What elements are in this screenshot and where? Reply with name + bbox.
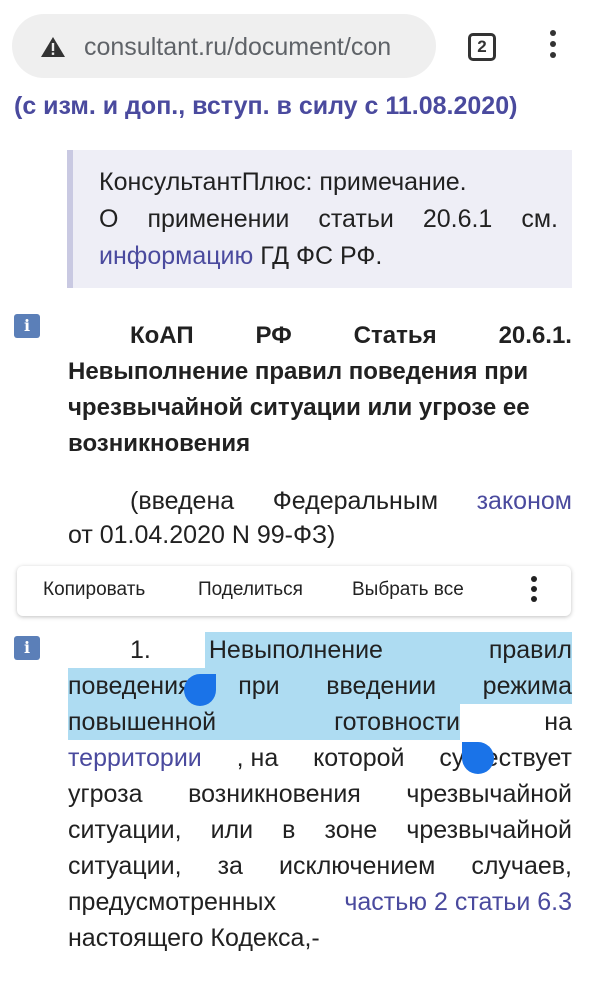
territory-link[interactable]: территории	[68, 740, 202, 776]
para-word: исключением	[279, 852, 436, 880]
title-word: РФ	[255, 322, 292, 349]
intro-note: (введена Федеральным законом от 01.04.20…	[68, 484, 572, 552]
para-row: угроза возникновения чрезвычайной	[68, 776, 572, 812]
share-button[interactable]: Поделиться	[198, 579, 303, 601]
para-row: ситуации, или в зоне чрезвычайной	[68, 812, 572, 848]
para-word: предусмотренных	[68, 888, 276, 916]
para-word: которой	[313, 744, 405, 772]
edition-line: (с изм. и доп., вступ. в силу с 11.08.20…	[14, 92, 518, 120]
info-link[interactable]: информацию	[99, 242, 253, 270]
para-word: чрезвычайной	[406, 816, 572, 844]
intro-line: (введена Федеральным законом	[68, 484, 572, 518]
para-row: 1. Невыполнение правил	[68, 632, 572, 668]
selected-text[interactable]: поведения при введении режима	[68, 668, 572, 704]
selected-text[interactable]: повышенной готовности	[68, 704, 460, 740]
para-number: 1.	[130, 636, 151, 664]
para-word: при	[238, 672, 280, 700]
intro-word: Федеральным	[272, 487, 438, 515]
intro-word: (введена	[130, 487, 235, 515]
para-word: за	[217, 852, 243, 880]
para-word: чрезвычайной	[406, 780, 572, 808]
para-row: территории , на которой существует	[68, 740, 572, 776]
title-word: КоАП	[130, 322, 194, 349]
note-line: О применении статьи 20.6.1 см.	[99, 201, 558, 238]
article-title-rest: Невыполнение правил поведения при чрезвы…	[68, 358, 530, 457]
para-row: повышенной готовности на	[68, 704, 572, 740]
para-word: угроза	[68, 780, 143, 808]
note-word: применении	[147, 205, 290, 233]
consultant-note: КонсультантПлюс: примечание. О применени…	[67, 150, 572, 288]
copy-button[interactable]: Копировать	[43, 579, 145, 601]
warning-triangle-icon[interactable]	[40, 36, 66, 58]
text-selection-toolbar: Копировать Поделиться Выбрать все	[17, 566, 571, 616]
para-word: поведения	[68, 672, 192, 700]
para-word: ситуации,	[68, 852, 182, 880]
more-vert-icon[interactable]	[548, 30, 558, 64]
article-title-line: КоАП РФ Статья 20.6.1.	[68, 318, 572, 354]
paragraph-1: 1. Невыполнение правил поведения при вве…	[68, 632, 572, 956]
note-word: статьи	[318, 205, 394, 233]
selected-text[interactable]: Невыполнение правил	[204, 632, 572, 668]
para-word: ситуации,	[68, 816, 182, 844]
para-word: режима	[482, 672, 572, 700]
para-word: существует	[439, 744, 572, 772]
more-vert-icon[interactable]	[529, 576, 539, 606]
para-row: предусмотренных частью 2 статьи 6.3	[68, 884, 572, 920]
para-end: настоящего Кодекса,-	[68, 924, 320, 952]
note-heading: КонсультантПлюс: примечание.	[99, 168, 467, 196]
note-tail: ГД ФС РФ.	[253, 242, 383, 270]
select-all-button[interactable]: Выбрать все	[352, 579, 464, 601]
title-word: 20.6.1.	[498, 322, 572, 349]
selection-start-handle[interactable]	[184, 674, 216, 706]
article-title: КоАП РФ Статья 20.6.1. Невыполнение прав…	[68, 318, 572, 462]
para-word: возникновения	[188, 780, 361, 808]
url-text[interactable]: consultant.ru/document/con	[84, 33, 429, 62]
para-word: зоне	[324, 816, 378, 844]
para-word: случаев,	[471, 852, 572, 880]
para-word: , на	[236, 744, 279, 772]
note-word: см.	[521, 205, 558, 233]
note-line: информацию ГД ФС РФ.	[99, 238, 558, 275]
info-icon[interactable]: i	[14, 314, 40, 338]
para-word: готовности	[334, 708, 460, 736]
para-word: или	[210, 816, 254, 844]
title-word: Статья	[353, 322, 437, 349]
para-word: на	[544, 708, 572, 736]
tab-switcher-button[interactable]: 2	[468, 33, 496, 61]
browser-toolbar: consultant.ru/document/con 2	[0, 0, 600, 92]
para-row: ситуации, за исключением случаев,	[68, 848, 572, 884]
law-link[interactable]: законом	[477, 484, 572, 518]
info-icon[interactable]: i	[14, 636, 40, 660]
address-bar[interactable]: consultant.ru/document/con	[12, 14, 436, 78]
note-word: О	[99, 205, 119, 233]
note-word: 20.6.1	[422, 205, 493, 233]
para-word: введении	[326, 672, 437, 700]
para-word: правил	[488, 636, 572, 664]
para-word: повышенной	[68, 708, 217, 736]
article-link[interactable]: частью 2 статьи 6.3	[344, 884, 572, 920]
para-word: в	[282, 816, 296, 844]
selection-end-handle[interactable]	[462, 742, 494, 774]
intro-date: от 01.04.2020 N 99-ФЗ)	[68, 521, 336, 549]
next-line-partial: влечет предупреждение или	[130, 992, 460, 1000]
para-word: Невыполнение	[208, 636, 383, 664]
document-content: (с изм. и доп., вступ. в силу с 11.08.20…	[0, 92, 600, 1000]
